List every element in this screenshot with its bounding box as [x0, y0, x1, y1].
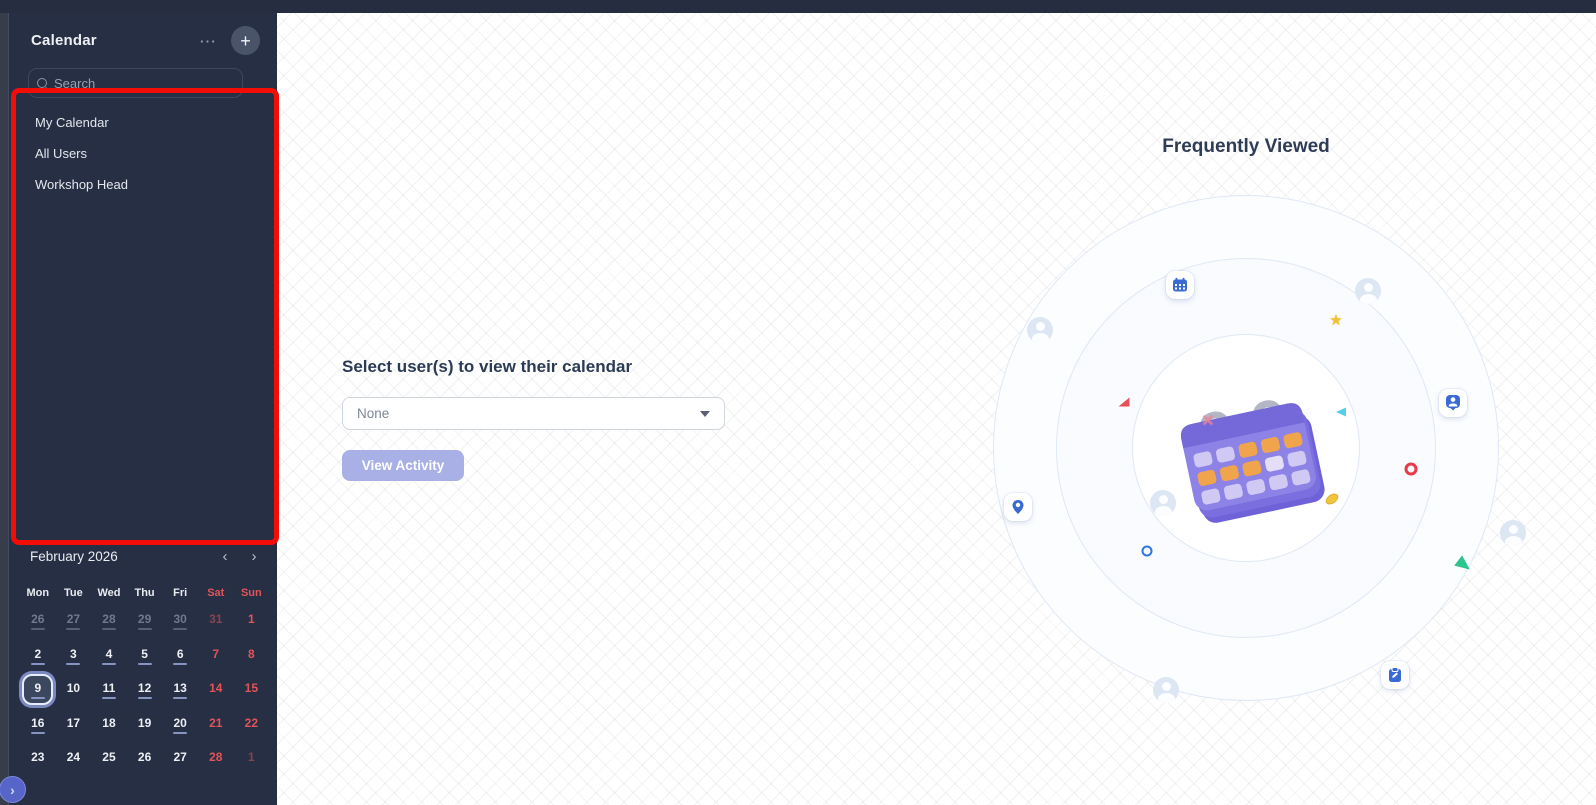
- calendar-day[interactable]: 28: [91, 603, 127, 638]
- calendar-day[interactable]: 6: [162, 638, 198, 673]
- calendar-day[interactable]: 29: [127, 603, 163, 638]
- sidebar-title: Calendar: [31, 32, 97, 49]
- calendar-day[interactable]: 7: [198, 638, 234, 673]
- weekday-label: Sun: [240, 587, 262, 599]
- dropdown-value: None: [357, 406, 390, 421]
- frequently-viewed-heading: Frequently Viewed: [1162, 136, 1330, 157]
- calendar-day[interactable]: 25: [91, 741, 127, 776]
- chevron-down-icon: [700, 410, 710, 417]
- weekday-label: Fri: [173, 587, 188, 599]
- calendar-list-item[interactable]: All Users: [10, 138, 277, 169]
- calendar-day[interactable]: 21: [198, 707, 234, 742]
- calendar-day[interactable]: 22: [234, 707, 270, 742]
- calendar-day[interactable]: 8: [234, 638, 270, 673]
- calendar-app: { "sidebar": { "title": "Calendar", "mor…: [0, 0, 1596, 805]
- calendar-list-item[interactable]: Workshop Head: [10, 169, 277, 200]
- calendar-day[interactable]: 4: [91, 638, 127, 673]
- calendar-day[interactable]: 26: [127, 741, 163, 776]
- user-select-dropdown[interactable]: None: [342, 397, 725, 430]
- chevron-left-icon[interactable]: ‹: [216, 548, 234, 566]
- weekday-label: Tue: [64, 587, 83, 599]
- weekday-label: Mon: [26, 587, 50, 599]
- mini-calendar-header: February 2026 ‹ ›: [10, 546, 277, 568]
- calendar-day[interactable]: 9: [20, 672, 56, 707]
- calendar-day[interactable]: 16: [20, 707, 56, 742]
- sidebar-header: Calendar ⋯ +: [10, 13, 277, 69]
- calendar-day[interactable]: 30: [162, 603, 198, 638]
- calendar-day[interactable]: 31: [198, 603, 234, 638]
- search-input[interactable]: [54, 75, 234, 91]
- calendar-day[interactable]: 3: [56, 638, 92, 673]
- weekday-row: Mon Tue Wed Thu Fri Sat Sun: [20, 587, 269, 599]
- weekday-label: Sat: [207, 587, 225, 599]
- calendar-day[interactable]: 12: [127, 672, 163, 707]
- chevron-right-icon[interactable]: ›: [245, 548, 263, 566]
- calendar-day[interactable]: 24: [56, 741, 92, 776]
- calendar-day[interactable]: 10: [56, 672, 92, 707]
- calendar-day[interactable]: 20: [162, 707, 198, 742]
- calendar-day[interactable]: 1: [234, 603, 270, 638]
- calendar-day[interactable]: 18: [91, 707, 127, 742]
- calendar-list: My Calendar All Users Workshop Head: [10, 107, 277, 200]
- calendar-day[interactable]: 2: [20, 638, 56, 673]
- calendar-list-item[interactable]: My Calendar: [10, 107, 277, 138]
- weekday-label: Thu: [134, 587, 155, 599]
- search-box[interactable]: [28, 68, 243, 98]
- sidebar: Calendar ⋯ + My CalendarAll UsersWorksho…: [10, 13, 277, 805]
- calendar-day[interactable]: 17: [56, 707, 92, 742]
- calendar-day[interactable]: 19: [127, 707, 163, 742]
- calendar-day[interactable]: 14: [198, 672, 234, 707]
- search-icon: [37, 78, 47, 88]
- view-activity-button[interactable]: View Activity: [342, 450, 464, 481]
- calendar-day[interactable]: 1: [234, 741, 270, 776]
- 3d-calendar-icon: [1157, 365, 1337, 540]
- top-bar: [0, 0, 1596, 13]
- main-panel: Frequently Viewed Select user(s) to view…: [277, 13, 1596, 805]
- more-options-icon[interactable]: ⋯: [195, 33, 221, 54]
- left-rail: [0, 13, 9, 805]
- calendar-day[interactable]: 5: [127, 638, 163, 673]
- weekday-label: Wed: [97, 587, 121, 599]
- calendar-day[interactable]: 13: [162, 672, 198, 707]
- month-label: February 2026: [30, 549, 118, 564]
- sidebar-collapse-button[interactable]: ›: [0, 776, 26, 803]
- calendar-day[interactable]: 28: [198, 741, 234, 776]
- calendar-day[interactable]: 11: [91, 672, 127, 707]
- calendar-day[interactable]: 26: [20, 603, 56, 638]
- calendar-day[interactable]: 15: [234, 672, 270, 707]
- calendar-day[interactable]: 23: [20, 741, 56, 776]
- mini-calendar-grid: 26 27 28 29 30 31 1 2 3 4 5 6 7 8 9 10 1…: [20, 603, 269, 776]
- calendar-day[interactable]: 27: [56, 603, 92, 638]
- select-user-prompt: Select user(s) to view their calendar: [342, 357, 633, 376]
- add-button[interactable]: +: [231, 26, 260, 55]
- calendar-day[interactable]: 27: [162, 741, 198, 776]
